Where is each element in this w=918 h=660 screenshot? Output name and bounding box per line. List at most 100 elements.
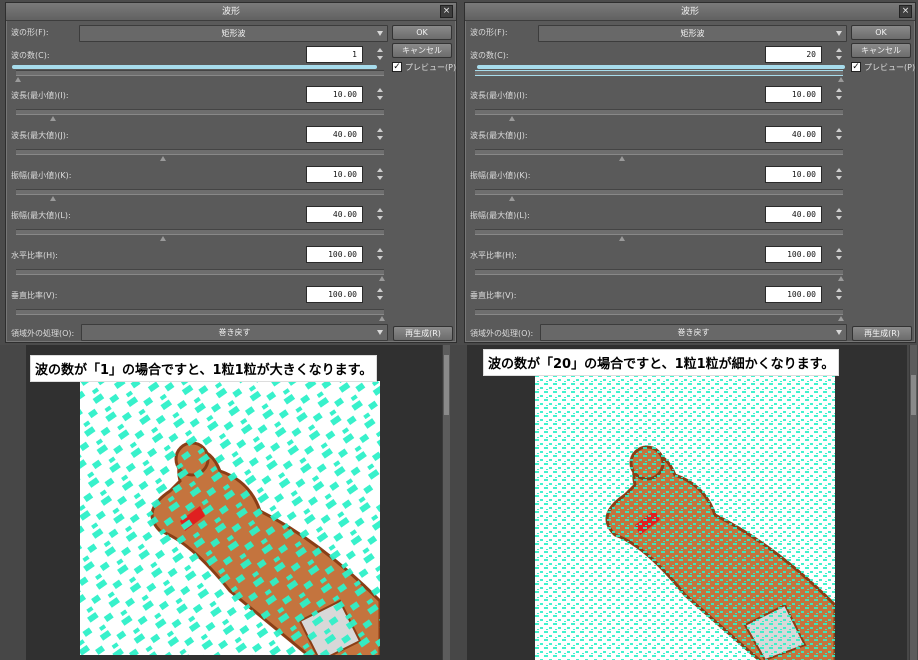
wave-dialog-left: 波形 × 波の形(F): 矩形波 OK キャンセル ✓ プレビュー(P) 波の数… <box>5 2 457 343</box>
outside-processing-select[interactable]: 巻き戻す <box>81 324 388 341</box>
slider-knob-icon[interactable] <box>50 116 56 121</box>
spin-down-icon <box>377 256 383 260</box>
wave-noise-layer <box>80 381 380 655</box>
regenerate-button[interactable]: 再生成(R) <box>852 326 912 341</box>
slider-knob-icon[interactable] <box>160 156 166 161</box>
wave-shape-label: 波の形(F): <box>11 28 49 37</box>
horizontal-ratio-label: 水平比率(H): <box>11 251 58 260</box>
spin-up-icon <box>377 88 383 92</box>
vertical-ratio-input[interactable]: 100.00 <box>765 286 822 303</box>
wavelength-max-spinner[interactable] <box>835 126 844 143</box>
wave-count-input[interactable]: 20 <box>765 46 822 63</box>
cancel-button[interactable]: キャンセル <box>392 43 452 58</box>
left-panel: 波形 × 波の形(F): 矩形波 OK キャンセル ✓ プレビュー(P) 波の数… <box>0 0 459 660</box>
outside-processing-label: 領域外の処理(O): <box>470 329 534 338</box>
wavelength-max-spinner[interactable] <box>376 126 385 143</box>
spin-down-icon <box>836 256 842 260</box>
spin-up-icon <box>836 248 842 252</box>
wave-shape-value: 矩形波 <box>680 29 705 38</box>
amplitude-max-slider[interactable] <box>16 229 384 241</box>
amplitude-min-spinner[interactable] <box>376 166 385 183</box>
close-button[interactable]: × <box>899 5 912 18</box>
vertical-ratio-spinner[interactable] <box>376 286 385 303</box>
amplitude-min-slider[interactable] <box>475 189 843 201</box>
wave-count-spinner[interactable] <box>835 46 844 63</box>
spin-up-icon <box>836 288 842 292</box>
horizontal-ratio-input[interactable]: 100.00 <box>765 246 822 263</box>
horizontal-ratio-spinner[interactable] <box>835 246 844 263</box>
slider-knob-icon[interactable] <box>379 316 385 321</box>
wavelength-min-input[interactable]: 10.00 <box>765 86 822 103</box>
canvas-scrollbar[interactable] <box>909 345 917 660</box>
wave-count-spinner[interactable] <box>376 46 385 63</box>
amplitude-min-slider[interactable] <box>16 189 384 201</box>
vertical-ratio-slider[interactable] <box>16 309 385 321</box>
wavelength-max-slider[interactable] <box>16 149 384 161</box>
cancel-button[interactable]: キャンセル <box>851 43 911 58</box>
spin-down-icon <box>377 56 383 60</box>
wave-count-label: 波の数(C): <box>470 51 509 60</box>
amplitude-min-input[interactable]: 10.00 <box>306 166 363 183</box>
amplitude-max-spinner[interactable] <box>376 206 385 223</box>
amplitude-max-input[interactable]: 40.00 <box>306 206 363 223</box>
wave-count-slider[interactable] <box>15 70 384 82</box>
spin-down-icon <box>836 296 842 300</box>
vertical-ratio-spinner[interactable] <box>835 286 844 303</box>
spin-down-icon <box>836 136 842 140</box>
horizontal-ratio-input[interactable]: 100.00 <box>306 246 363 263</box>
wavelength-min-spinner[interactable] <box>835 86 844 103</box>
vertical-ratio-label: 垂直比率(V): <box>11 291 58 300</box>
slider-knob-icon[interactable] <box>619 236 625 241</box>
artwork-graphic <box>535 375 835 660</box>
wavelength-min-input[interactable]: 10.00 <box>306 86 363 103</box>
vertical-ratio-slider[interactable] <box>475 309 844 321</box>
horizontal-ratio-slider[interactable] <box>475 269 844 281</box>
slider-knob-icon[interactable] <box>509 116 515 121</box>
dialog-title: 波形 <box>465 3 915 21</box>
amplitude-max-slider[interactable] <box>475 229 843 241</box>
amplitude-min-input[interactable]: 10.00 <box>765 166 822 183</box>
slider-knob-icon[interactable] <box>838 316 844 321</box>
amplitude-max-input[interactable]: 40.00 <box>765 206 822 223</box>
ok-button[interactable]: OK <box>851 25 911 40</box>
slider-knob-icon[interactable] <box>160 236 166 241</box>
ok-button[interactable]: OK <box>392 25 452 40</box>
close-button[interactable]: × <box>440 5 453 18</box>
wave-count-input[interactable]: 1 <box>306 46 363 63</box>
scrollbar-thumb[interactable] <box>911 375 916 415</box>
wavelength-max-slider[interactable] <box>475 149 843 161</box>
wave-count-slider[interactable] <box>475 70 844 82</box>
wavelength-max-input[interactable]: 40.00 <box>765 126 822 143</box>
slider-knob-icon[interactable] <box>838 77 844 82</box>
artwork-graphic <box>80 381 380 655</box>
slider-knob-icon[interactable] <box>50 196 56 201</box>
regenerate-button[interactable]: 再生成(R) <box>393 326 453 341</box>
amplitude-min-spinner[interactable] <box>835 166 844 183</box>
spin-up-icon <box>377 208 383 212</box>
wave-shape-select[interactable]: 矩形波 <box>79 25 388 42</box>
outside-processing-select[interactable]: 巻き戻す <box>540 324 847 341</box>
wave-count-highlight <box>12 65 377 69</box>
wavelength-max-input[interactable]: 40.00 <box>306 126 363 143</box>
horizontal-ratio-spinner[interactable] <box>376 246 385 263</box>
vertical-ratio-input[interactable]: 100.00 <box>306 286 363 303</box>
caption-left: 波の数が「1」の場合ですと、1粒1粒が大きくなります。 <box>30 355 378 382</box>
amplitude-max-spinner[interactable] <box>835 206 844 223</box>
scrollbar-thumb[interactable] <box>444 355 449 415</box>
preview-label: プレビュー(P) <box>864 63 916 72</box>
wavelength-min-slider[interactable] <box>16 109 384 121</box>
wavelength-min-spinner[interactable] <box>376 86 385 103</box>
wave-shape-label: 波の形(F): <box>470 28 508 37</box>
slider-knob-icon[interactable] <box>509 196 515 201</box>
outside-processing-label: 領域外の処理(O): <box>11 329 75 338</box>
slider-knob-icon[interactable] <box>15 77 21 82</box>
slider-knob-icon[interactable] <box>379 276 385 281</box>
wave-shape-select[interactable]: 矩形波 <box>538 25 847 42</box>
slider-knob-icon[interactable] <box>619 156 625 161</box>
preview-checkbox[interactable]: ✓ <box>851 62 861 72</box>
horizontal-ratio-slider[interactable] <box>16 269 385 281</box>
slider-knob-icon[interactable] <box>838 276 844 281</box>
canvas-scrollbar[interactable] <box>442 345 450 660</box>
preview-checkbox[interactable]: ✓ <box>392 62 402 72</box>
wavelength-min-slider[interactable] <box>475 109 843 121</box>
